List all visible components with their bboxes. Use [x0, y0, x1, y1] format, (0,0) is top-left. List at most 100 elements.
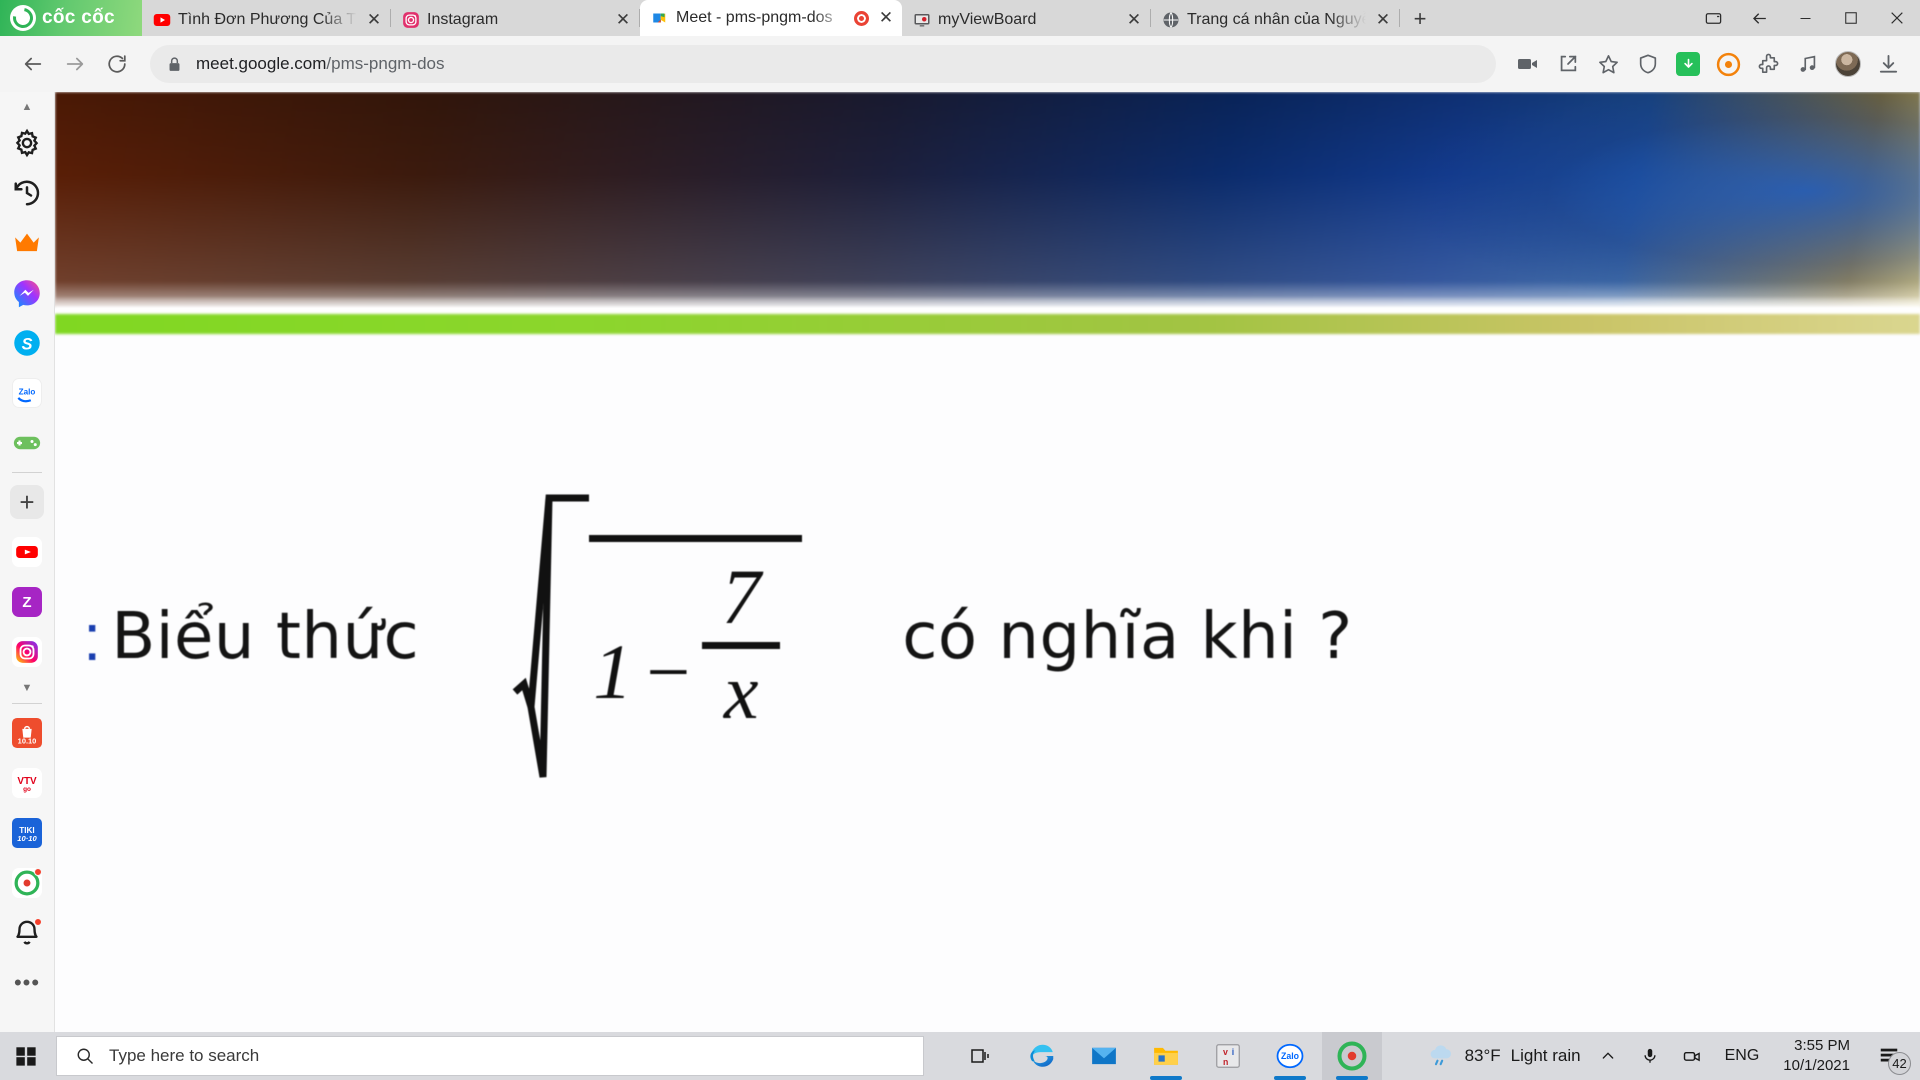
tray-microphone-icon[interactable] [1635, 1036, 1665, 1076]
forward-icon[interactable] [56, 45, 94, 83]
tab-strip: Tình Đơn Phương Của Tôi E ✕ Instagram ✕ [142, 0, 1690, 36]
taskbar-app-mail[interactable] [1074, 1032, 1134, 1080]
tab-close-button[interactable]: ✕ [1373, 10, 1393, 30]
minus-operator: − [646, 627, 691, 715]
youtube-icon [153, 13, 171, 26]
shopee-1010-icon: 10.10 [12, 718, 42, 748]
share-external-icon[interactable] [1550, 46, 1586, 82]
add-shortcut-icon: + [10, 485, 44, 519]
search-magnifier-icon [77, 1048, 94, 1065]
radicand-group: 1 − 7 x [589, 534, 803, 739]
sidebar-item-history[interactable] [0, 168, 55, 218]
url-path: /pms-pngm-dos [326, 54, 445, 73]
coccoc-tool-icon[interactable] [1710, 46, 1746, 82]
svg-text:v: v [1223, 1047, 1228, 1057]
coccoc-brand[interactable]: cốc cốc [0, 0, 142, 36]
tab-myviewboard[interactable]: myViewBoard ✕ [902, 3, 1150, 36]
sidebar-item-game[interactable] [0, 418, 55, 468]
sidebar-item-zalo[interactable]: Zalo [0, 368, 55, 418]
action-center-button[interactable]: 42 [1868, 1036, 1911, 1076]
close-window-button[interactable] [1874, 0, 1920, 36]
extensions-puzzle-icon[interactable] [1750, 46, 1786, 82]
svg-text:10·10: 10·10 [17, 834, 37, 843]
svg-text:Zalo: Zalo [1281, 1051, 1299, 1061]
tab-close-button[interactable]: ✕ [876, 8, 896, 28]
sidebar-item-youtube[interactable] [0, 527, 55, 577]
sidebar-item-skype[interactable]: S [0, 318, 55, 368]
sidebar-item-premium[interactable] [0, 218, 55, 268]
minimize-button[interactable] [1782, 0, 1828, 36]
vtv-go-icon: VTV go [12, 768, 42, 798]
tray-overflow-button[interactable] [1593, 1036, 1623, 1076]
tab-title: Tình Đơn Phương Của Tôi E [178, 10, 357, 28]
back-arrow-icon[interactable] [1736, 0, 1782, 36]
sidebar-item-notifications[interactable] [0, 908, 55, 958]
sidebar-item-zing[interactable]: Z [0, 577, 55, 627]
tab-title: Instagram [427, 10, 499, 28]
taskbar-pinned-apps: v i n Zalo [950, 1032, 1382, 1080]
video-record-icon[interactable] [1510, 46, 1546, 82]
tab-title: myViewBoard [938, 10, 1037, 28]
sidebar-item-shopee[interactable]: 10.10 [0, 708, 55, 758]
reload-icon[interactable] [98, 45, 136, 83]
sidebar-scroll-up-button[interactable]: ▲ [0, 96, 55, 118]
sidebar-scroll-down-button[interactable]: ▼ [0, 677, 55, 699]
tab-close-button[interactable]: ✕ [364, 10, 384, 30]
music-note-icon[interactable] [1790, 46, 1826, 82]
browser-navigation-bar: meet.google.com/pms-pngm-dos [0, 36, 1920, 92]
taskbar-app-zalo[interactable]: Zalo [1260, 1032, 1320, 1080]
radical-symbol-icon [511, 492, 591, 782]
downloads-icon[interactable] [1870, 46, 1906, 82]
restore-down-icon[interactable] [1690, 0, 1736, 36]
tab-close-button[interactable]: ✕ [613, 10, 633, 30]
taskbar-app-unikey[interactable]: v i n [1198, 1032, 1258, 1080]
weather-widget[interactable]: 83°F Light rain [1427, 1042, 1581, 1070]
chevron-up-icon: ▲ [21, 100, 33, 113]
shield-adblock-icon[interactable] [1630, 46, 1666, 82]
download-green-icon[interactable] [1670, 46, 1706, 82]
chevron-down-icon: ▼ [21, 681, 33, 694]
address-bar[interactable]: meet.google.com/pms-pngm-dos [150, 45, 1496, 83]
sidebar-item-settings[interactable] [0, 118, 55, 168]
bookmark-star-icon[interactable] [1590, 46, 1626, 82]
google-meet-icon [653, 13, 666, 23]
task-view-icon[interactable] [950, 1032, 1010, 1080]
taskbar-clock[interactable]: 3:55 PM 10/1/2021 [1777, 1036, 1856, 1077]
profile-avatar-icon[interactable] [1830, 46, 1866, 82]
clock-time: 3:55 PM [1794, 1036, 1850, 1054]
myviewboard-icon [914, 13, 930, 26]
sidebar-item-messenger[interactable] [0, 268, 55, 318]
tab-google-meet[interactable]: Meet - pms-pngm-dos ✕ [640, 0, 902, 36]
back-icon[interactable] [14, 45, 52, 83]
operand-left: 1 [593, 627, 633, 715]
new-tab-button[interactable]: + [1406, 5, 1434, 33]
weather-temperature: 83°F [1464, 1046, 1501, 1065]
tray-camera-icon[interactable] [1677, 1036, 1707, 1076]
sidebar-item-instagram[interactable] [0, 627, 55, 677]
tray-language-indicator[interactable]: ENG [1719, 1047, 1766, 1065]
sidebar-item-more[interactable]: ••• [0, 958, 55, 1008]
windows-start-icon[interactable] [0, 1032, 52, 1080]
fraction-numerator: 7 [721, 552, 761, 640]
tab-profile-page[interactable]: Trang cá nhân của Nguyễn ✕ [1151, 3, 1399, 36]
taskbar-search-input[interactable]: Type here to search [56, 1036, 924, 1076]
tab-close-button[interactable]: ✕ [1124, 10, 1144, 30]
globe-icon [1163, 11, 1179, 28]
notification-count-badge: 42 [1888, 1052, 1911, 1075]
tab-youtube[interactable]: Tình Đơn Phương Của Tôi E ✕ [142, 3, 390, 36]
taskbar-app-microsoft-edge[interactable] [1012, 1032, 1072, 1080]
skype-icon: S [14, 330, 40, 356]
sidebar-item-coccoc-shortcut[interactable] [0, 858, 55, 908]
search-placeholder: Type here to search [109, 1046, 260, 1065]
tab-instagram[interactable]: Instagram ✕ [391, 3, 639, 36]
sidebar-item-vtv[interactable]: VTV go [0, 758, 55, 808]
sidebar-item-tiki[interactable]: TIKI 10·10 [0, 808, 55, 858]
maximize-button[interactable] [1828, 0, 1874, 36]
taskbar-app-file-explorer[interactable] [1136, 1032, 1196, 1080]
svg-text:S: S [22, 335, 33, 353]
taskbar-app-coccoc[interactable] [1322, 1032, 1382, 1080]
weather-condition: Light rain [1510, 1046, 1581, 1065]
math-formula-sqrt: 1 − 7 x [511, 492, 803, 782]
sidebar-item-add-shortcut[interactable]: + [0, 477, 55, 527]
settings-gear-icon [15, 128, 39, 158]
